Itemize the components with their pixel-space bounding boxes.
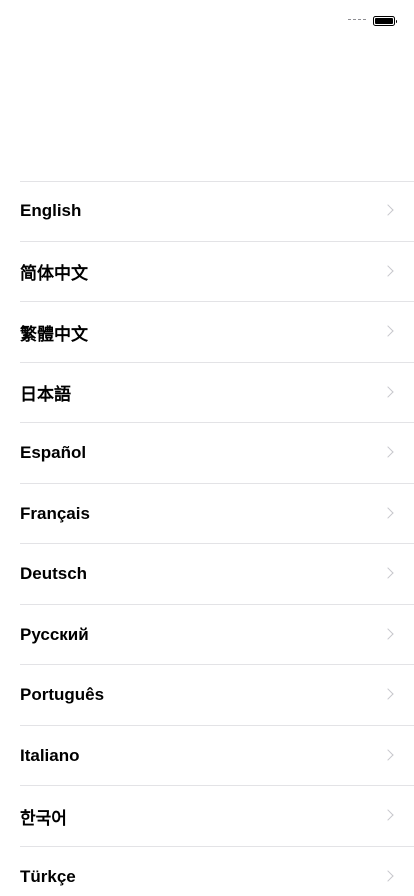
language-row-traditional-chinese[interactable]: 繁體中文 [0,302,414,363]
language-label: Español [20,443,87,463]
language-row-simplified-chinese[interactable]: 简体中文 [0,242,414,303]
language-row-japanese[interactable]: 日本語 [0,363,414,424]
language-row-french[interactable]: Français [0,484,414,545]
language-label: Deutsch [20,564,88,584]
language-label: Italiano [20,745,80,765]
chevron-right-icon [382,870,394,882]
language-label: Türkçe [20,866,76,886]
no-signal-icon [348,19,366,20]
language-row-russian[interactable]: Русский [0,605,414,666]
language-label: Português [20,685,105,705]
battery-icon [373,16,397,26]
language-row-english[interactable]: English [0,181,414,242]
chevron-right-icon [382,628,394,640]
chevron-right-icon [382,446,394,458]
chevron-right-icon [382,325,394,337]
chevron-right-icon [382,386,394,398]
chevron-right-icon [382,809,394,821]
language-row-korean[interactable]: 한국어 [0,786,414,847]
language-label: English [20,201,82,221]
chevron-right-icon [382,567,394,579]
language-label: 繁體中文 [20,324,88,344]
language-row-portuguese[interactable]: Português [0,665,414,726]
chevron-right-icon [382,265,394,277]
language-label: Русский [20,624,89,644]
language-label: 简体中文 [20,264,88,284]
language-label: Français [20,503,90,523]
chevron-right-icon [382,507,394,519]
chevron-right-icon [382,204,394,216]
language-row-italian[interactable]: Italiano [0,726,414,787]
language-list: English 简体中文 繁體中文 日本語 Español Français D… [0,181,414,896]
language-row-spanish[interactable]: Español [0,423,414,484]
language-row-german[interactable]: Deutsch [0,544,414,605]
language-label: 日本語 [20,385,71,405]
language-row-turkish[interactable]: Türkçe [0,847,414,896]
chevron-right-icon [382,688,394,700]
status-bar [0,0,414,44]
language-select-screen: English 简体中文 繁體中文 日本語 Español Français D… [0,0,414,896]
chevron-right-icon [382,749,394,761]
language-label: 한국어 [20,808,67,828]
